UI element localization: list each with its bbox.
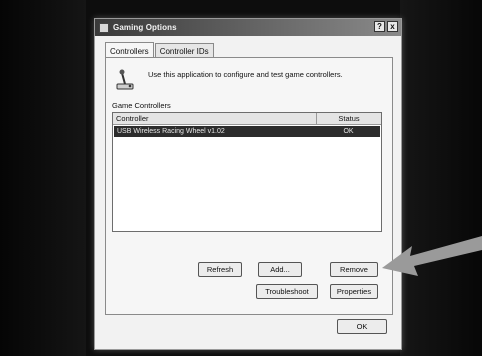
remove-button[interactable]: Remove xyxy=(330,262,378,277)
photo-background-left xyxy=(0,0,86,356)
column-header-controller[interactable]: Controller xyxy=(113,113,317,124)
troubleshoot-button[interactable]: Troubleshoot xyxy=(256,284,318,299)
joystick-icon xyxy=(116,69,134,90)
close-button[interactable]: x xyxy=(387,21,398,32)
game-controllers-list[interactable]: Controller Status USB Wireless Racing Wh… xyxy=(112,112,382,232)
photo-background-right xyxy=(400,0,482,356)
controller-status: OK xyxy=(343,128,354,135)
list-header: Controller Status xyxy=(113,113,381,125)
properties-button[interactable]: Properties xyxy=(330,284,378,299)
refresh-button[interactable]: Refresh xyxy=(198,262,242,277)
controller-name: USB Wireless Racing Wheel v1.02 xyxy=(117,128,225,135)
pointer-arrow-annotation xyxy=(382,236,482,276)
list-row-controller[interactable]: USB Wireless Racing Wheel v1.02 OK xyxy=(114,126,380,137)
add-button[interactable]: Add... xyxy=(258,262,302,277)
game-controllers-label: Game Controllers xyxy=(112,101,171,110)
intro-text: Use this application to configure and te… xyxy=(148,70,343,79)
column-header-status[interactable]: Status xyxy=(317,113,381,124)
gaming-options-dialog: Gaming Options ? x Controllers Controlle… xyxy=(94,18,402,350)
controllers-panel: Use this application to configure and te… xyxy=(105,57,393,315)
help-button[interactable]: ? xyxy=(374,21,385,32)
title-bar[interactable]: Gaming Options ? x xyxy=(95,19,401,36)
app-icon xyxy=(99,22,109,33)
ok-button[interactable]: OK xyxy=(337,319,387,334)
window-title: Gaming Options xyxy=(113,23,177,32)
